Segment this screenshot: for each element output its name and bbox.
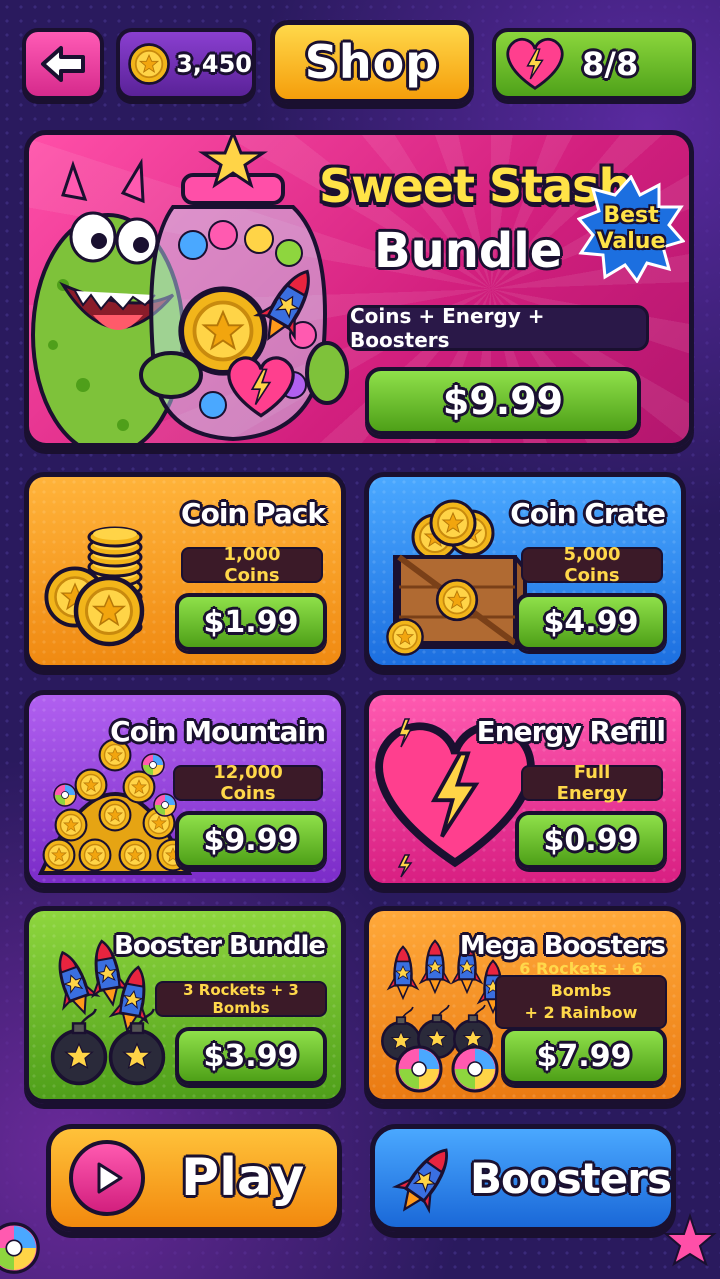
product-card-coin-pack[interactable]: Coin Pack 1,000 Coins $1.99	[24, 472, 346, 670]
boosters-button[interactable]: Boosters	[370, 1124, 676, 1232]
energy-meter[interactable]: 8/8	[492, 28, 696, 100]
buy-button-mega-boosters[interactable]: $7.99	[501, 1027, 667, 1085]
play-button[interactable]: Play	[46, 1124, 342, 1232]
buy-button-energy-refill[interactable]: $0.99	[515, 811, 667, 869]
coin-stack-icon	[44, 526, 195, 662]
buy-button-coin-mountain[interactable]: $9.99	[175, 811, 327, 869]
product-subtitle: Full Energy	[521, 762, 663, 804]
coin-balance[interactable]: 3,450	[116, 28, 256, 100]
play-label: Play	[181, 1148, 305, 1208]
product-subtitle: 1,000 Coins	[181, 544, 323, 586]
product-title: Booster Bundle	[114, 931, 326, 961]
buy-button-coin-crate[interactable]: $4.99	[515, 593, 667, 651]
energy-value: 8/8	[582, 45, 639, 83]
featured-bundle-card[interactable]: Sweet Stash Bundle Best Value Coins + En…	[24, 130, 694, 448]
product-title: Coin Crate	[510, 497, 666, 530]
product-subtitle: 6 Rockets + 6 Bombs + 2 Rainbow Candies	[495, 959, 667, 1044]
product-price: $9.99	[203, 822, 299, 858]
product-title: Mega Boosters	[459, 931, 666, 961]
product-price: $1.99	[203, 604, 299, 640]
product-subtitle-line1: 6 Rockets + 6 Bombs	[519, 959, 643, 1000]
featured-title-line2: Bundle	[374, 223, 563, 279]
product-title: Coin Mountain	[110, 715, 326, 748]
featured-buy-button[interactable]: $9.99	[365, 367, 641, 435]
product-card-coin-crate[interactable]: Coin Crate 5,000 Coins $4.99	[364, 472, 686, 670]
coin-balance-value: 3,450	[176, 50, 252, 78]
top-bar: 3,450 Shop 8/8	[22, 20, 698, 106]
product-subtitle: 5,000 Coins	[521, 544, 663, 586]
play-icon	[69, 1140, 145, 1216]
best-value-line2: Value	[596, 229, 666, 254]
coin-icon	[128, 43, 170, 85]
product-card-mega-boosters[interactable]: Mega Boosters 6 Rockets + 6 Bombs + 2 Ra…	[364, 906, 686, 1104]
product-card-energy-refill[interactable]: Energy Refill Full Energy $0.99	[364, 690, 686, 888]
rocket-icon	[389, 1137, 464, 1223]
featured-price: $9.99	[442, 379, 564, 423]
product-price: $0.99	[543, 822, 639, 858]
product-price: $7.99	[536, 1038, 632, 1074]
page-title-text: Shop	[304, 35, 440, 89]
best-value-line1: Best	[603, 203, 659, 228]
arrow-left-icon	[41, 46, 85, 82]
page-title: Shop	[270, 20, 474, 104]
star-decoration-icon	[663, 1212, 717, 1267]
back-button[interactable]	[22, 28, 104, 100]
candy-decoration-icon	[0, 1222, 40, 1274]
product-title: Energy Refill	[476, 715, 666, 748]
product-price: $3.99	[203, 1038, 299, 1074]
best-value-badge: Best Value	[576, 174, 686, 284]
product-price: $4.99	[543, 604, 639, 640]
buy-button-booster-bundle[interactable]: $3.99	[175, 1027, 327, 1085]
energy-heart-icon	[506, 37, 564, 90]
boosters-label: Boosters	[470, 1153, 672, 1203]
product-subtitle: 12,000 Coins	[173, 762, 323, 804]
product-card-coin-mountain[interactable]: Coin Mountain 12,000 Coins $9.99	[24, 690, 346, 888]
product-title: Coin Pack	[181, 497, 326, 530]
buy-button-coin-pack[interactable]: $1.99	[175, 593, 327, 651]
monster-candy-jar-icon	[31, 135, 349, 443]
product-card-booster-bundle[interactable]: Booster Bundle 3 Rockets + 3 Bombs $3.99	[24, 906, 346, 1104]
featured-subtitle: Coins + Energy + Boosters	[347, 304, 649, 352]
product-subtitle: 3 Rockets + 3 Bombs	[155, 981, 327, 1017]
